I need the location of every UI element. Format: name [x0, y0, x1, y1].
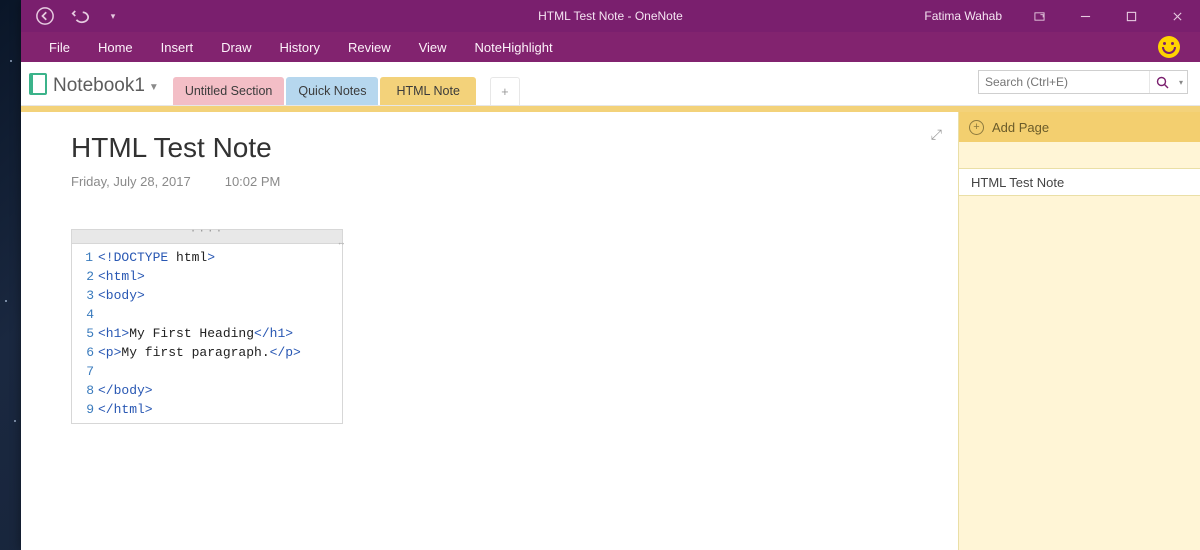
- notebook-icon[interactable]: [29, 73, 47, 95]
- plus-circle-icon: +: [969, 120, 984, 135]
- code-block-drag-handle[interactable]: ↔: [72, 230, 342, 244]
- add-page-button[interactable]: + Add Page: [959, 112, 1200, 142]
- fullscreen-icon[interactable]: ⤢: [931, 126, 942, 143]
- maximize-button[interactable]: [1108, 0, 1154, 32]
- page-rail: + Add Page HTML Test Note: [958, 112, 1200, 550]
- search-input[interactable]: [979, 75, 1149, 89]
- feedback-smiley-icon[interactable]: [1158, 36, 1180, 58]
- ribbon-menu: File Home Insert Draw History Review Vie…: [21, 32, 1200, 62]
- section-tab-quicknotes[interactable]: Quick Notes: [286, 77, 378, 105]
- back-button[interactable]: [35, 6, 55, 26]
- undo-button[interactable]: [69, 6, 89, 26]
- ribbon-tab-home[interactable]: Home: [84, 32, 147, 62]
- search-icon[interactable]: [1149, 71, 1175, 93]
- note-meta: Friday, July 28, 2017 10:02 PM: [71, 174, 908, 189]
- app-window: ▾ HTML Test Note - OneNote Fatima Wahab …: [21, 0, 1200, 550]
- code-block[interactable]: ↔ 1<!DOCTYPE html> 2<html> 3<body> 4 5<h…: [71, 229, 343, 424]
- search-box[interactable]: ▾: [978, 70, 1188, 94]
- quick-access-toolbar: ▾: [21, 6, 137, 26]
- ribbon-tab-view[interactable]: View: [405, 32, 461, 62]
- account-name[interactable]: Fatima Wahab: [910, 9, 1016, 23]
- note-canvas[interactable]: ⤢ HTML Test Note Friday, July 28, 2017 1…: [21, 112, 958, 550]
- note-date[interactable]: Friday, July 28, 2017: [71, 174, 191, 189]
- ribbon-tab-history[interactable]: History: [266, 32, 334, 62]
- add-section-button[interactable]: +: [490, 77, 520, 105]
- section-tab-strip: Notebook1 ▼ Untitled Section Quick Notes…: [21, 62, 1200, 106]
- ribbon-tab-draw[interactable]: Draw: [207, 32, 265, 62]
- ribbon-tab-insert[interactable]: Insert: [147, 32, 208, 62]
- ribbon-display-button[interactable]: [1016, 0, 1062, 32]
- main-area: ⤢ HTML Test Note Friday, July 28, 2017 1…: [21, 112, 1200, 550]
- minimize-button[interactable]: [1062, 0, 1108, 32]
- notebook-name[interactable]: Notebook1: [53, 75, 145, 97]
- section-tab-htmlnote[interactable]: HTML Note: [380, 77, 475, 105]
- close-button[interactable]: [1154, 0, 1200, 32]
- note-time[interactable]: 10:02 PM: [225, 174, 281, 189]
- section-tab-untitled[interactable]: Untitled Section: [173, 77, 285, 105]
- add-page-label: Add Page: [992, 120, 1049, 135]
- search-scope-caret[interactable]: ▾: [1175, 78, 1187, 87]
- ribbon-tab-file[interactable]: File: [35, 32, 84, 62]
- qat-customize-button[interactable]: ▾: [103, 6, 123, 26]
- code-block-resize-icon[interactable]: ↔: [339, 238, 344, 248]
- page-list-item[interactable]: HTML Test Note: [959, 168, 1200, 196]
- note-title[interactable]: HTML Test Note: [71, 132, 908, 164]
- ribbon-tab-notehighlight[interactable]: NoteHighlight: [461, 32, 567, 62]
- code-body: 1<!DOCTYPE html> 2<html> 3<body> 4 5<h1>…: [72, 244, 342, 423]
- notebook-dropdown-caret[interactable]: ▼: [149, 82, 159, 93]
- title-bar: ▾ HTML Test Note - OneNote Fatima Wahab: [21, 0, 1200, 32]
- ribbon-tab-review[interactable]: Review: [334, 32, 405, 62]
